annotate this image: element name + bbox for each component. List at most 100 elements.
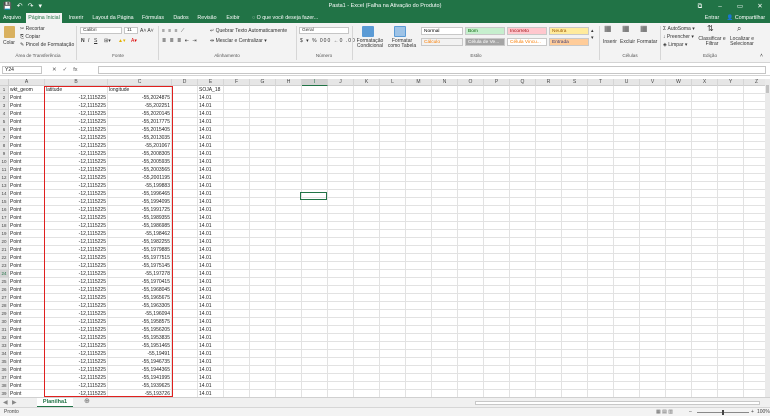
cell-x31[interactable]: [692, 326, 718, 334]
cell-s26[interactable]: [562, 286, 588, 294]
cell-m17[interactable]: [406, 214, 432, 222]
cell-h9[interactable]: [276, 150, 302, 158]
cell-e37[interactable]: 14.01: [198, 374, 224, 382]
cell-k17[interactable]: [354, 214, 380, 222]
cell-y20[interactable]: [718, 238, 744, 246]
cell-l14[interactable]: [380, 190, 406, 198]
cell-p23[interactable]: [484, 262, 510, 270]
cell-l8[interactable]: [380, 142, 406, 150]
cell-t6[interactable]: [588, 126, 614, 134]
row-header-30[interactable]: 30: [0, 318, 9, 326]
cell-s9[interactable]: [562, 150, 588, 158]
cell-y3[interactable]: [718, 102, 744, 110]
cell-z36[interactable]: [744, 366, 765, 374]
cell-p4[interactable]: [484, 110, 510, 118]
cell-o33[interactable]: [458, 342, 484, 350]
cell-r13[interactable]: [536, 182, 562, 190]
cell-d31[interactable]: [172, 326, 198, 334]
cell-z22[interactable]: [744, 254, 765, 262]
cell-z18[interactable]: [744, 222, 765, 230]
cell-f33[interactable]: [224, 342, 250, 350]
cell-f34[interactable]: [224, 350, 250, 358]
cell-i27[interactable]: [302, 294, 328, 302]
cell-m32[interactable]: [406, 334, 432, 342]
cell-o2[interactable]: [458, 94, 484, 102]
cell-s5[interactable]: [562, 118, 588, 126]
paste-icon[interactable]: [4, 26, 15, 38]
cell-l35[interactable]: [380, 358, 406, 366]
cell-q38[interactable]: [510, 382, 536, 390]
copy-button[interactable]: ⎘ Copiar: [20, 34, 40, 40]
cell-g18[interactable]: [250, 222, 276, 230]
cell-n33[interactable]: [432, 342, 458, 350]
number-format-select[interactable]: Geral: [299, 27, 349, 34]
cell-e10[interactable]: 14.01: [198, 158, 224, 166]
cell-e16[interactable]: 14.01: [198, 206, 224, 214]
cell-j11[interactable]: [328, 166, 354, 174]
cell-v26[interactable]: [640, 286, 666, 294]
cell-g4[interactable]: [250, 110, 276, 118]
cell-g31[interactable]: [250, 326, 276, 334]
cell-l28[interactable]: [380, 302, 406, 310]
cell-r8[interactable]: [536, 142, 562, 150]
cell-e36[interactable]: 14.01: [198, 366, 224, 374]
cell-z6[interactable]: [744, 126, 765, 134]
cell-d35[interactable]: [172, 358, 198, 366]
column-header-x[interactable]: X: [692, 79, 718, 86]
cell-w27[interactable]: [666, 294, 692, 302]
cell-x39[interactable]: [692, 390, 718, 397]
cell-w22[interactable]: [666, 254, 692, 262]
cell-s35[interactable]: [562, 358, 588, 366]
select-all-corner[interactable]: [0, 79, 9, 86]
cell-r2[interactable]: [536, 94, 562, 102]
cell-q18[interactable]: [510, 222, 536, 230]
cell-l23[interactable]: [380, 262, 406, 270]
cell-f13[interactable]: [224, 182, 250, 190]
cell-m1[interactable]: [406, 86, 432, 94]
cell-p28[interactable]: [484, 302, 510, 310]
cell-j21[interactable]: [328, 246, 354, 254]
cell-v24[interactable]: [640, 270, 666, 278]
cell-j3[interactable]: [328, 102, 354, 110]
column-header-q[interactable]: Q: [510, 79, 536, 86]
cell-k21[interactable]: [354, 246, 380, 254]
cell-v39[interactable]: [640, 390, 666, 397]
cell-l9[interactable]: [380, 150, 406, 158]
cell-p15[interactable]: [484, 198, 510, 206]
row-header-17[interactable]: 17: [0, 214, 9, 222]
cell-n2[interactable]: [432, 94, 458, 102]
row-header-11[interactable]: 11: [0, 166, 9, 174]
cell-y14[interactable]: [718, 190, 744, 198]
cell-q24[interactable]: [510, 270, 536, 278]
cell-e11[interactable]: 14.01: [198, 166, 224, 174]
cell-k16[interactable]: [354, 206, 380, 214]
cell-j36[interactable]: [328, 366, 354, 374]
style-calculation[interactable]: Cálculo: [421, 38, 463, 46]
cell-u30[interactable]: [614, 318, 640, 326]
cell-n4[interactable]: [432, 110, 458, 118]
cell-w37[interactable]: [666, 374, 692, 382]
cell-e22[interactable]: 14.01: [198, 254, 224, 262]
cell-w5[interactable]: [666, 118, 692, 126]
cell-q4[interactable]: [510, 110, 536, 118]
row-header-26[interactable]: 26: [0, 286, 9, 294]
cell-m25[interactable]: [406, 278, 432, 286]
normal-view-icon[interactable]: ▦ ▤ ▥: [656, 410, 673, 415]
zoom-slider-thumb[interactable]: [722, 410, 724, 415]
cell-j10[interactable]: [328, 158, 354, 166]
row-header-35[interactable]: 35: [0, 358, 9, 366]
cell-f8[interactable]: [224, 142, 250, 150]
cell-n7[interactable]: [432, 134, 458, 142]
cell-s12[interactable]: [562, 174, 588, 182]
cell-q5[interactable]: [510, 118, 536, 126]
cell-d10[interactable]: [172, 158, 198, 166]
cell-v8[interactable]: [640, 142, 666, 150]
column-header-f[interactable]: F: [224, 79, 250, 86]
cell-j19[interactable]: [328, 230, 354, 238]
wrap-text-button[interactable]: ↵ Quebrar Texto Automaticamente: [210, 28, 287, 34]
cell-e1[interactable]: SOJA_18: [198, 86, 224, 94]
cell-x20[interactable]: [692, 238, 718, 246]
cell-z14[interactable]: [744, 190, 765, 198]
cell-p12[interactable]: [484, 174, 510, 182]
row-header-7[interactable]: 7: [0, 134, 9, 142]
